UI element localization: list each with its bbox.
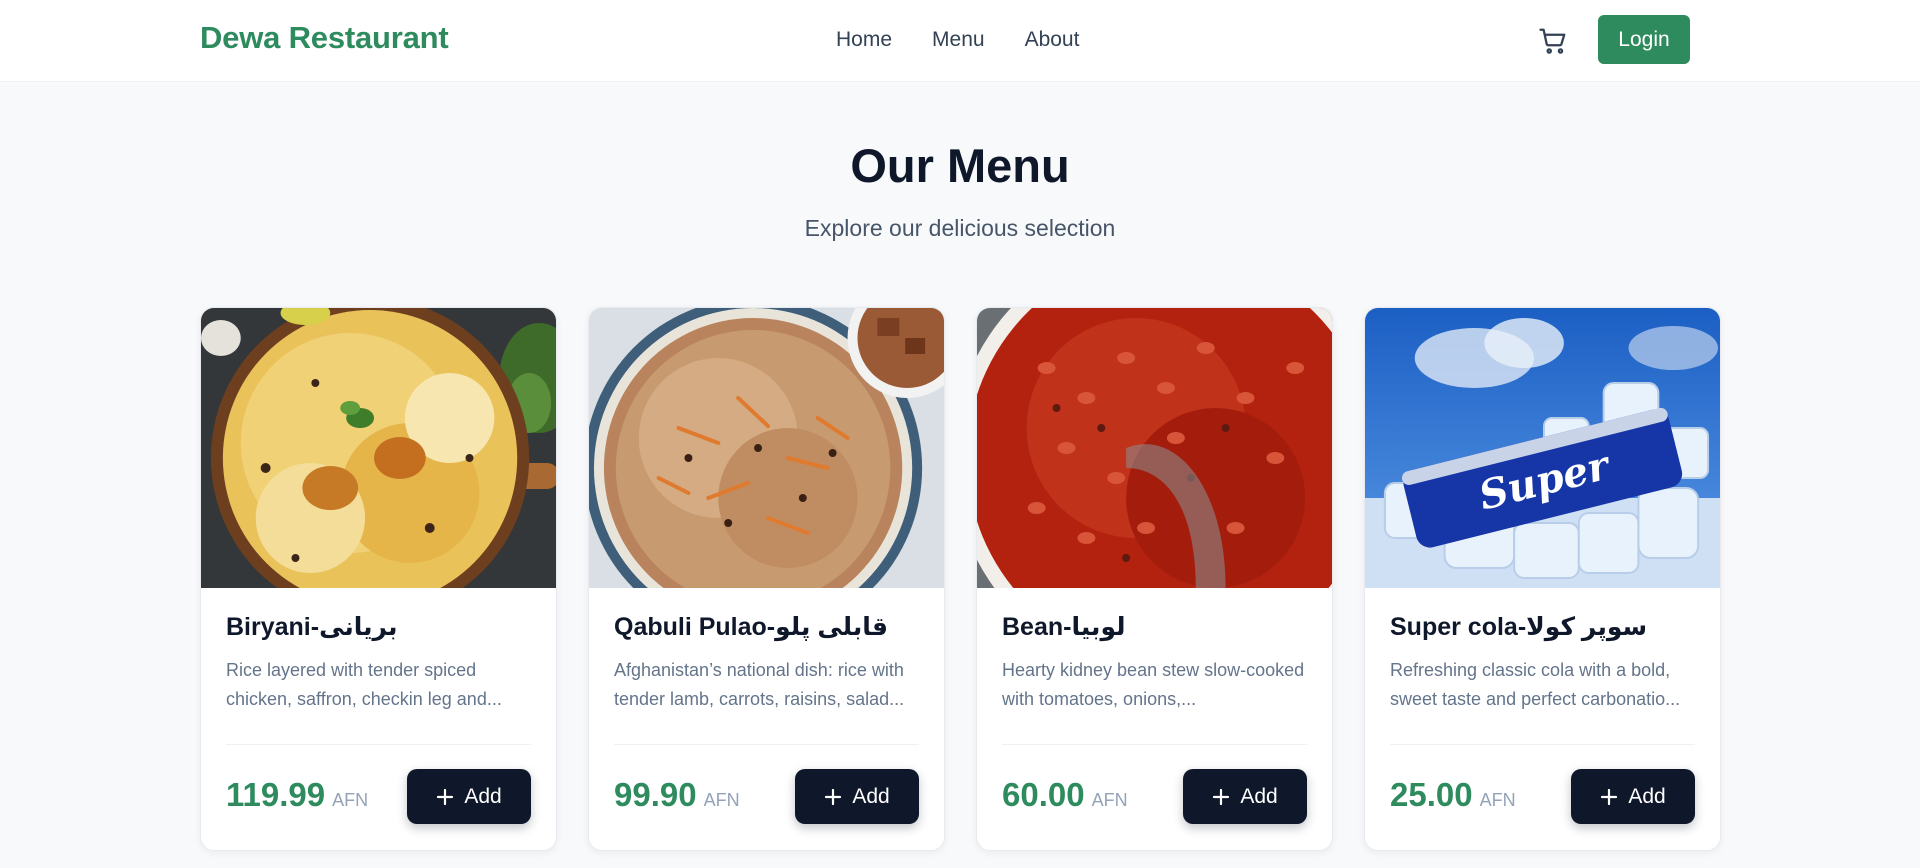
page-title: Our Menu	[850, 139, 1070, 192]
add-button-label: Add	[1240, 784, 1278, 808]
menu-card-qabuli-pulao: Qabuli Pulao-قابلی پلو Afghanistan’s nat…	[588, 307, 945, 851]
price-currency: AFN	[703, 790, 740, 810]
price: 99.90 AFN	[614, 776, 740, 824]
plus-icon	[436, 788, 454, 806]
biryani-image	[201, 308, 556, 588]
add-button-label: Add	[852, 784, 890, 808]
qabuli-pulao-image	[589, 308, 944, 588]
price-value: 119.99	[226, 776, 326, 813]
menu-item-description: Rice layered with tender spiced chicken,…	[226, 660, 502, 709]
super-cola-image: Super	[1365, 308, 1720, 588]
add-to-cart-button[interactable]: Add	[1571, 769, 1695, 824]
card-footer: 60.00 AFN Add	[1002, 744, 1307, 824]
menu-item-title: Bean-لوبیا	[1002, 613, 1126, 641]
price-value: 60.00	[1002, 776, 1085, 813]
add-to-cart-button[interactable]: Add	[407, 769, 531, 824]
price-value: 99.90	[614, 776, 697, 813]
menu-item-title: Biryani-بریانی	[226, 613, 398, 641]
brand-logo[interactable]: Dewa Restaurant	[200, 20, 449, 56]
plus-icon	[1600, 788, 1618, 806]
add-to-cart-button[interactable]: Add	[1183, 769, 1307, 824]
bean-image	[977, 308, 1332, 588]
navbar: Dewa Restaurant Home Menu About Login	[0, 0, 1920, 82]
plus-icon	[824, 788, 842, 806]
main-nav: Home Menu About	[836, 28, 1079, 52]
nav-menu[interactable]: Menu	[932, 28, 985, 52]
add-to-cart-button[interactable]: Add	[795, 769, 919, 824]
price-value: 25.00	[1390, 776, 1473, 813]
card-footer: 25.00 AFN Add	[1390, 744, 1695, 824]
menu-card-bean: Bean-لوبیا Hearty kidney bean stew slow-…	[976, 307, 1333, 851]
cart-button[interactable]	[1536, 24, 1570, 58]
price: 119.99 AFN	[226, 776, 368, 824]
cart-icon	[1539, 28, 1566, 54]
menu-item-description: Hearty kidney bean stew slow-cooked with…	[1002, 660, 1305, 709]
card-footer: 119.99 AFN Add	[226, 744, 531, 824]
menu-card-biryani: Biryani-بریانی Rice layered with tender …	[200, 307, 557, 851]
plus-icon	[1212, 788, 1230, 806]
add-button-label: Add	[1628, 784, 1666, 808]
price: 25.00 AFN	[1390, 776, 1516, 824]
menu-item-title: Qabuli Pulao-قابلی پلو	[614, 613, 888, 641]
menu-grid: Biryani-بریانی Rice layered with tender …	[200, 307, 1721, 851]
nav-about[interactable]: About	[1025, 28, 1080, 52]
add-button-label: Add	[464, 784, 502, 808]
price-currency: AFN	[1479, 790, 1516, 810]
nav-home[interactable]: Home	[836, 28, 892, 52]
menu-item-title: Super cola-سوپر کولا	[1390, 613, 1648, 641]
login-button[interactable]: Login	[1598, 15, 1690, 64]
card-footer: 99.90 AFN Add	[614, 744, 919, 824]
menu-card-super-cola: Super Super cola-سوپر کولا Refreshing cl…	[1364, 307, 1721, 851]
price-currency: AFN	[1091, 790, 1128, 810]
price-currency: AFN	[332, 790, 369, 810]
menu-item-description: Refreshing classic cola with a bold, swe…	[1390, 660, 1681, 709]
price: 60.00 AFN	[1002, 776, 1128, 824]
menu-item-description: Afghanistan’s national dish: rice with t…	[614, 660, 905, 709]
page-subtitle: Explore our delicious selection	[804, 215, 1116, 241]
